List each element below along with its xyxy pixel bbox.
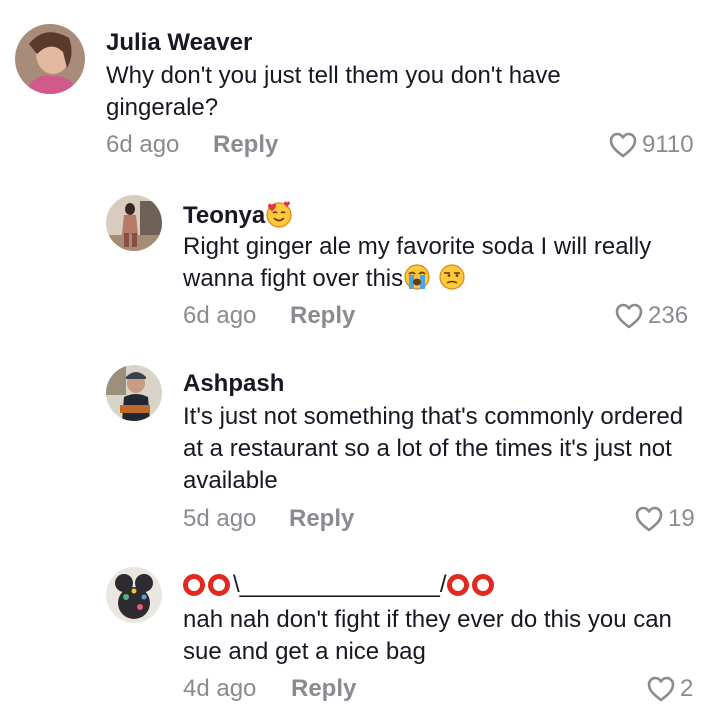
username-text: Teonya [183, 202, 266, 229]
heart-icon [647, 676, 675, 702]
comment-text: It's just not something that's commonly … [183, 403, 684, 494]
like-button[interactable]: 19 [634, 505, 695, 533]
reply-button[interactable]: Reply [290, 302, 355, 330]
comment-text: Right ginger ale my favorite soda I will… [183, 231, 698, 295]
like-count: 19 [668, 505, 695, 532]
like-count: 2 [680, 675, 694, 702]
like-button[interactable]: 9110 [608, 131, 694, 159]
comment-username[interactable]: Teonya [183, 200, 293, 230]
loudly-crying-face-icon [403, 263, 431, 291]
like-count: 236 [648, 302, 689, 329]
unamused-face-icon [438, 263, 466, 291]
comment-username[interactable]: Ashpash [183, 370, 284, 398]
smiling-face-with-hearts-icon [265, 200, 293, 228]
comment-timestamp: 4d ago [183, 675, 257, 702]
like-count: 9110 [642, 131, 694, 158]
avatar[interactable] [106, 195, 162, 251]
red-circle-icon [183, 574, 205, 596]
avatar[interactable] [106, 365, 162, 421]
heart-icon [615, 303, 643, 329]
comment-timestamp: 6d ago [183, 302, 257, 329]
comment-timestamp: 5d ago [183, 505, 257, 532]
comment-username[interactable]: \_______________/ [183, 571, 497, 599]
red-circle-icon [471, 574, 494, 596]
comment-text: Why don't you just tell them you don't h… [106, 62, 561, 121]
like-button[interactable]: 236 [614, 302, 688, 330]
avatar[interactable] [106, 567, 162, 623]
reply-button[interactable]: Reply [213, 131, 278, 159]
heart-icon [635, 506, 663, 532]
red-circle-icon [446, 574, 469, 596]
avatar[interactable] [15, 24, 85, 94]
comment-text: nah nah don't fight if they ever do this… [183, 606, 672, 665]
red-circle-icon [208, 574, 230, 596]
reply-button[interactable]: Reply [291, 675, 356, 703]
comment-timestamp: 6d ago [106, 131, 180, 158]
username-text: \_______________/ [233, 571, 447, 598]
like-button[interactable]: 2 [646, 675, 693, 703]
reply-button[interactable]: Reply [289, 505, 354, 533]
heart-icon [609, 132, 637, 158]
comment-username[interactable]: Julia Weaver [106, 29, 252, 57]
